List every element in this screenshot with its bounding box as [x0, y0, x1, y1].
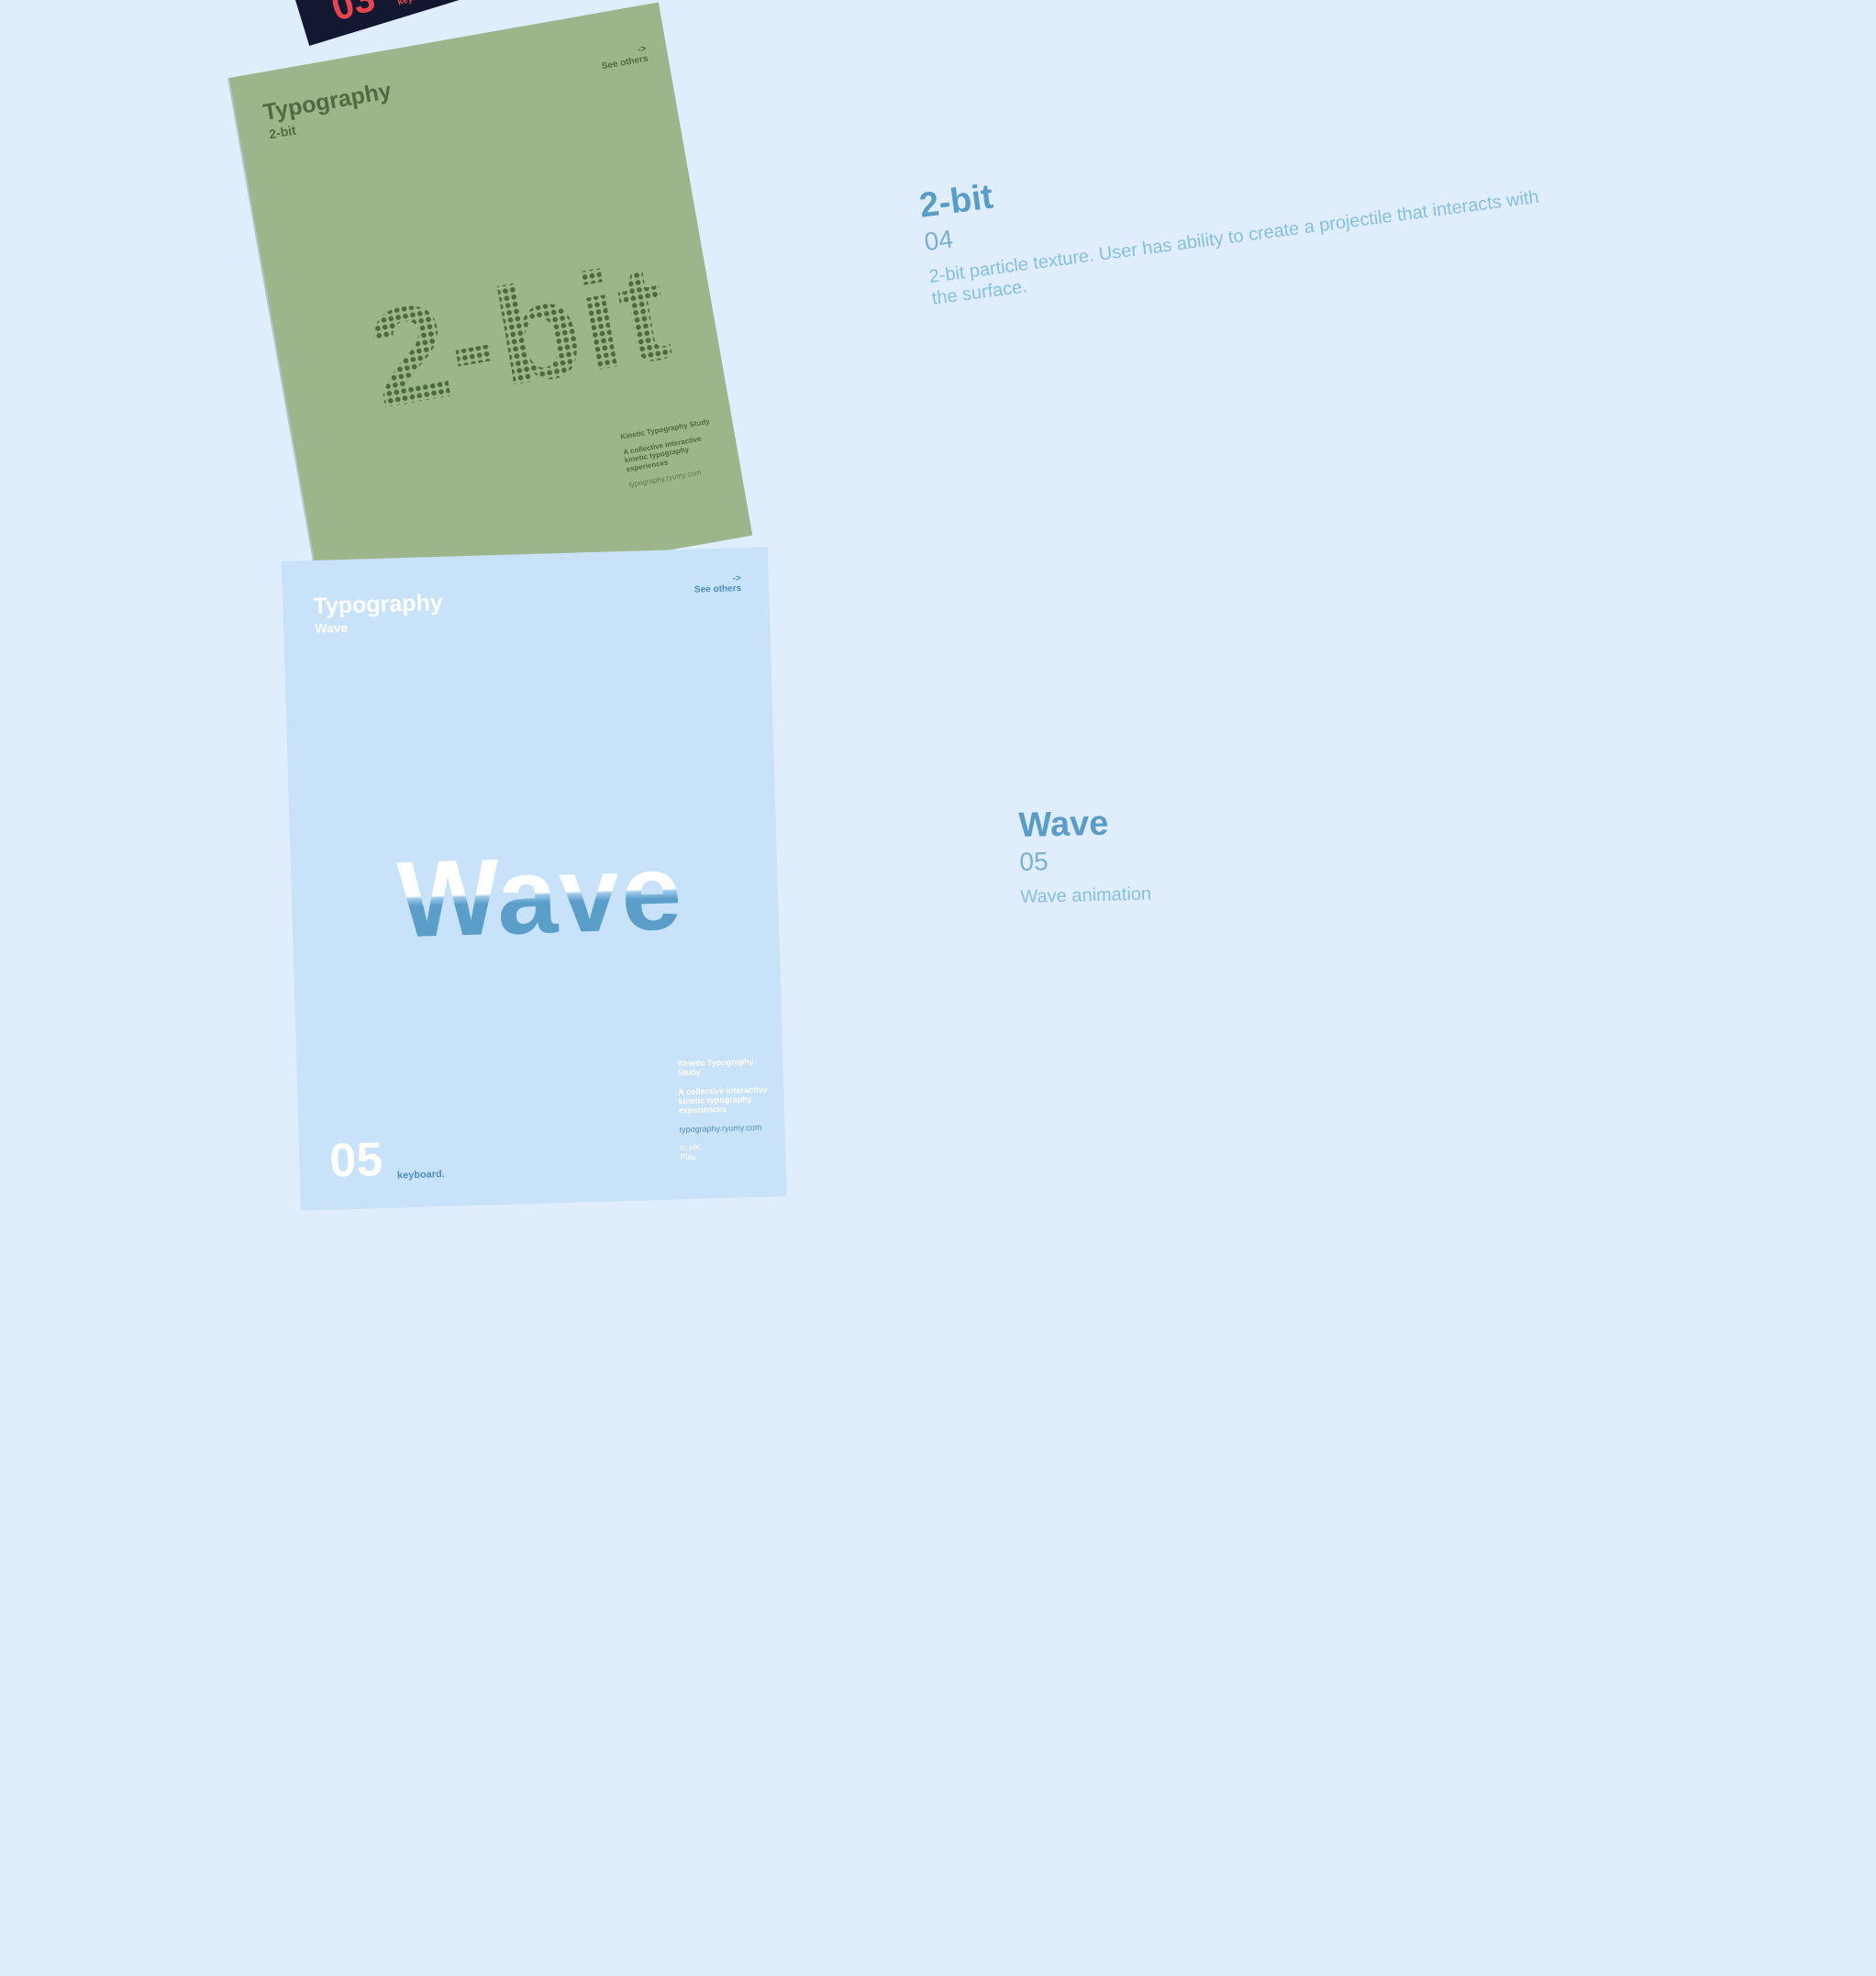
poster-number: 03 [326, 0, 381, 29]
poster-kicker: Typography [261, 77, 394, 126]
gallery-stage: Gravity 03 keyboard. Typography 2-bit ->… [0, 0, 1876, 1976]
keyboard-label: keyboard. [396, 1169, 446, 1182]
poster-big-word: 2-bit [359, 231, 682, 439]
made-in-label: In HK Play [680, 1140, 777, 1162]
info-block-wave: Wave 05 Wave animation [1018, 796, 1480, 908]
poster-kicker: Typography [313, 589, 444, 619]
see-others-link[interactable]: -> See others [599, 44, 649, 72]
poster-subtitle: 2-bit [267, 122, 297, 142]
poster-card-wave[interactable]: Typography Wave -> See others Wave 05 ke… [282, 547, 787, 1211]
info-description: Wave animation [1020, 883, 1152, 907]
see-others-label: See others [694, 583, 742, 595]
study-url-link[interactable]: typography.ryumy.com [679, 1122, 775, 1134]
study-info: Kinetic Typography Study A collective in… [677, 1056, 776, 1162]
poster-subtitle: Wave [314, 619, 349, 636]
study-title: Kinetic Typography Study [677, 1056, 754, 1078]
poster-number: 05 [328, 1133, 384, 1188]
made-in-line-2: Play [680, 1152, 697, 1162]
poster-big-word: Wave [395, 831, 685, 961]
study-description: A collective interactive kinetic typogra… [678, 1084, 768, 1116]
see-others-link[interactable]: -> See others [694, 573, 741, 595]
info-block-2bit: 2-bit 04 2-bit particle texture. User ha… [917, 106, 1552, 309]
poster-card-2bit[interactable]: Typography 2-bit -> See others 2-bit Kin… [229, 2, 753, 612]
study-info: Kinetic Typography Study A collective in… [620, 416, 725, 489]
